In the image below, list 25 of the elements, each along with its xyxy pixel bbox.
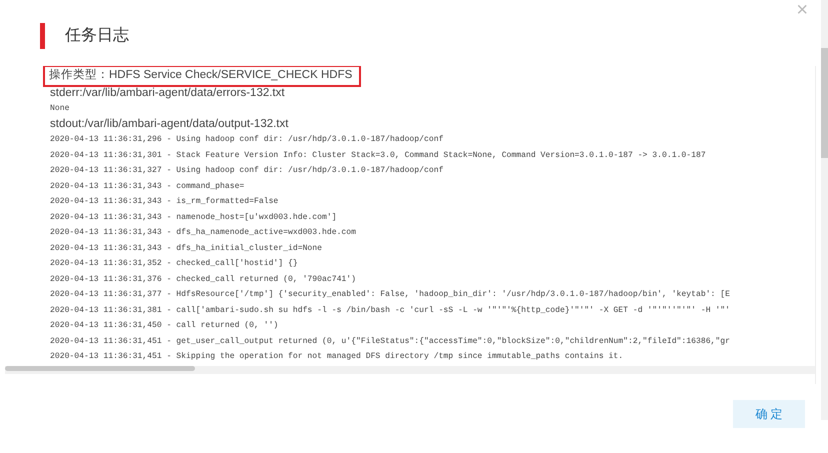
dialog-title: 任务日志 [65, 26, 129, 46]
title-accent [40, 23, 45, 49]
log-line: 2020-04-13 11:36:31,451 - Skipping the operation for not managed DFS directory /tmp since immutable_paths contains it. [50, 351, 624, 363]
close-button[interactable]: × [796, 0, 808, 20]
log-line: 2020-04-13 11:36:31,450 - call returned (0, '') [50, 320, 278, 332]
vertical-scrollbar[interactable] [821, 0, 828, 420]
log-line: 2020-04-13 11:36:31,327 - Using hadoop conf dir: /usr/hdp/3.0.1.0-187/hadoop/conf [50, 165, 444, 177]
log-line: 2020-04-13 11:36:31,343 - command_phase= [50, 180, 244, 192]
log-line: 2020-04-13 11:36:31,296 - Using hadoop conf dir: /usr/hdp/3.0.1.0-187/hadoop/conf [50, 134, 444, 146]
log-line: 2020-04-13 11:36:31,381 - call['ambari-sudo.sh su hdfs -l -s /bin/bash -c 'curl -sS -L -w '"'"'%{http_code}'"'"' -X GET -d '"'"''"'"' -H '"' [50, 304, 730, 316]
log-line: 2020-04-13 11:36:31,343 - is_rm_formatted=False [50, 196, 278, 208]
log-line: 2020-04-13 11:36:31,451 - get_user_call_output returned (0, u'{"FileStatus":{"accessTime":0,"blockSize":0,"childrenNum":2,"fileId":16386,"gr [50, 336, 730, 348]
log-line: stderr:/var/lib/ambari-agent/data/errors-132.txt [50, 86, 285, 100]
log-line: 2020-04-13 11:36:31,301 - Stack Feature Version Info: Cluster Stack=3.0, Command Stack=None, Command Version=3.0.1.0-187 -> 3.0.1.0-187 [50, 150, 706, 162]
log-line: 2020-04-13 11:36:31,376 - checked_call returned (0, '790ac741') [50, 274, 356, 286]
log-line: stdout:/var/lib/ambari-agent/data/output-132.txt [50, 116, 288, 132]
ok-button[interactable]: 确 定 [733, 400, 805, 428]
horizontal-scrollbar[interactable] [5, 366, 815, 374]
log-line: 2020-04-13 11:36:31,343 - dfs_ha_namenode_active=wxd003.hde.com [50, 227, 356, 239]
log-line: None [50, 103, 70, 115]
highlighted-log-line: 操作类型：HDFS Service Check/SERVICE_CHECK HDFS [46, 68, 358, 84]
log-line: 2020-04-13 11:36:31,352 - checked_call['hostid'] {} [50, 258, 298, 270]
log-line: 2020-04-13 11:36:31,343 - dfs_ha_initial_cluster_id=None [50, 242, 322, 254]
log-line: 2020-04-13 11:36:31,343 - namenode_host=[u'wxd003.hde.com'] [50, 212, 337, 224]
log-line: 2020-04-13 11:36:31,377 - HdfsResource['/tmp'] {'security_enabled': False, 'hadoop_bin_dir': '/usr/hdp/3.0.1.0-187/hadoop/bin', 'keytab': [E [50, 289, 730, 301]
